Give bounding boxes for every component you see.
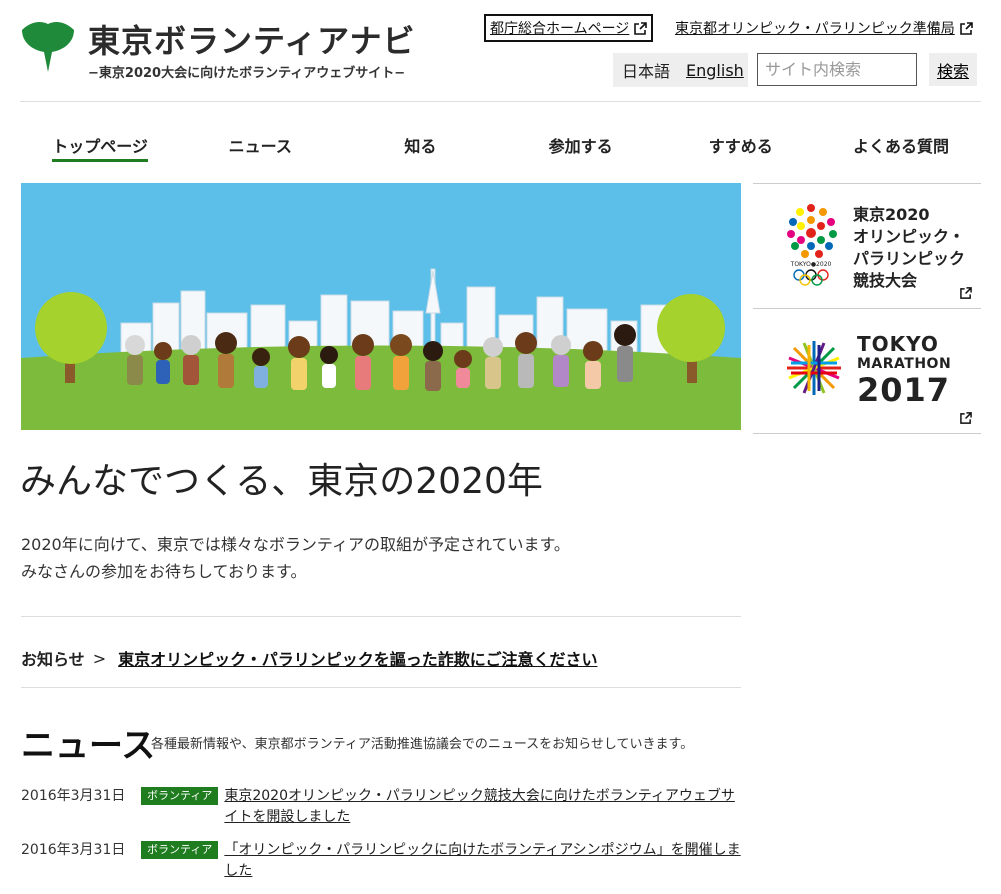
site-title[interactable]: 東京ボランティアナビ	[88, 16, 415, 62]
news-item: 2016年3月31日 ボランティア 東京2020オリンピック・パラリンピック競技…	[21, 786, 741, 828]
intro-text: 2020年に向けて、東京では様々なボランティアの取組が予定されています。 みなさ…	[21, 531, 570, 585]
tokyo2020-emblem-icon: TOKYO●2020	[787, 204, 837, 286]
tokyo-marathon-banner-link[interactable]: TOKYO MARATHON 2017	[753, 308, 981, 434]
govt-home-link[interactable]: 都庁総合ホームページ	[484, 14, 654, 42]
notice-link[interactable]: 東京オリンピック・パラリンピックを謳った詐欺にご注意ください	[118, 646, 597, 670]
page-heading: みんなでつくる、東京の2020年	[20, 461, 543, 502]
tokyo2020-text-line: 競技大会	[853, 271, 918, 290]
news-section-title: ニュース	[21, 726, 156, 766]
tokyo-marathon-emblem-icon	[787, 341, 841, 395]
nav-item-top[interactable]: トップページ	[20, 118, 180, 168]
news-item: 2016年3月31日 ボランティア 「オリンピック・パラリンピックに向けたボラン…	[21, 840, 741, 882]
news-date: 2016年3月31日	[21, 842, 126, 858]
tokyo2020-text-line: パラリンピック	[853, 249, 966, 268]
header-divider	[20, 101, 981, 102]
news-category-badge: ボランティア	[141, 841, 219, 859]
nav-item-learn[interactable]: 知る	[340, 118, 500, 168]
govt-home-link-label: 都庁総合ホームページ	[490, 21, 630, 37]
marathon-line-tokyo: TOKYO	[857, 332, 939, 356]
language-switcher: 日本語 English	[613, 53, 748, 87]
external-link-icon	[959, 21, 973, 35]
intro-line: 2020年に向けて、東京では様々なボランティアの取組が予定されています。	[21, 535, 570, 554]
tokyo2020-text-line: 東京2020	[853, 205, 930, 224]
language-english-link[interactable]: English	[686, 61, 744, 80]
chevron-right-icon: >	[92, 648, 107, 668]
hero-illustration	[21, 183, 741, 430]
notice-bar: お知らせ > 東京オリンピック・パラリンピックを謳った詐欺にご注意ください	[21, 646, 597, 670]
tokyo2020-emblem-caption: TOKYO●2020	[790, 261, 832, 268]
section-divider	[21, 687, 741, 688]
nav-item-participate[interactable]: 参加する	[501, 118, 661, 168]
site-search-input[interactable]	[757, 53, 917, 86]
news-item-link[interactable]: 「オリンピック・パラリンピックに向けたボランティアシンポジウム」を開催しました	[224, 840, 741, 882]
external-link-icon	[960, 287, 972, 299]
external-link-icon	[634, 21, 648, 35]
tokyo2020-banner-link[interactable]: TOKYO●2020 東京2020 オリンピック・ パラリンピック 競技大会	[753, 183, 981, 308]
tokyo2020-text-line: オリンピック・	[853, 227, 965, 246]
section-divider	[21, 616, 741, 617]
search-button[interactable]: 検索	[929, 53, 977, 86]
news-date: 2016年3月31日	[21, 788, 126, 804]
nav-item-promote[interactable]: すすめる	[661, 118, 821, 168]
nav-item-faq[interactable]: よくある質問	[821, 118, 981, 168]
language-japanese[interactable]: 日本語	[622, 58, 670, 82]
nav-item-news[interactable]: ニュース	[180, 118, 340, 168]
marathon-line-year: 2017	[857, 371, 951, 409]
tokyo2020-banner-text: 東京2020 オリンピック・ パラリンピック 競技大会	[853, 204, 965, 292]
tokyo-marathon-wordmark: TOKYO MARATHON 2017	[857, 333, 951, 407]
intro-line: みなさんの参加をお待ちしております。	[21, 562, 307, 581]
tokyo-ginkgo-logo-icon[interactable]	[20, 18, 76, 74]
site-subtitle: −東京2020大会に向けたボランティアウェブサイト−	[88, 66, 406, 81]
news-category-badge: ボランティア	[141, 787, 219, 805]
news-item-link[interactable]: 東京2020オリンピック・パラリンピック競技大会に向けたボランティアウェブサイト…	[224, 786, 741, 828]
external-link-icon	[960, 412, 972, 424]
news-section-description: 各種最新情報や、東京都ボランティア活動推進協議会でのニュースをお知らせしていきま…	[151, 737, 694, 752]
prep-bureau-link[interactable]: 東京都オリンピック・パラリンピック準備局	[675, 16, 973, 40]
prep-bureau-link-label: 東京都オリンピック・パラリンピック準備局	[675, 21, 955, 37]
notice-label: お知らせ	[21, 650, 85, 669]
global-nav: トップページ ニュース 知る 参加する すすめる よくある質問	[20, 118, 981, 168]
